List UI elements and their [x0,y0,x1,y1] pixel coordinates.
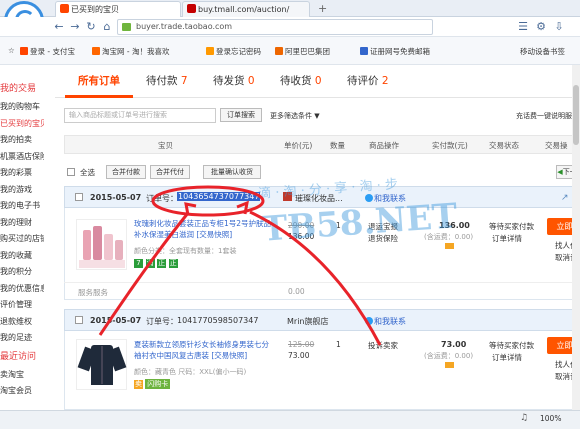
status-bar [0,410,580,429]
annotation-arrow-left [98,212,190,336]
annotation-arrow-right [249,210,382,346]
annotation-overlay [98,185,382,346]
zoom-level[interactable]: 100% [540,414,561,423]
volume-icon[interactable]: ♫ [520,413,528,423]
